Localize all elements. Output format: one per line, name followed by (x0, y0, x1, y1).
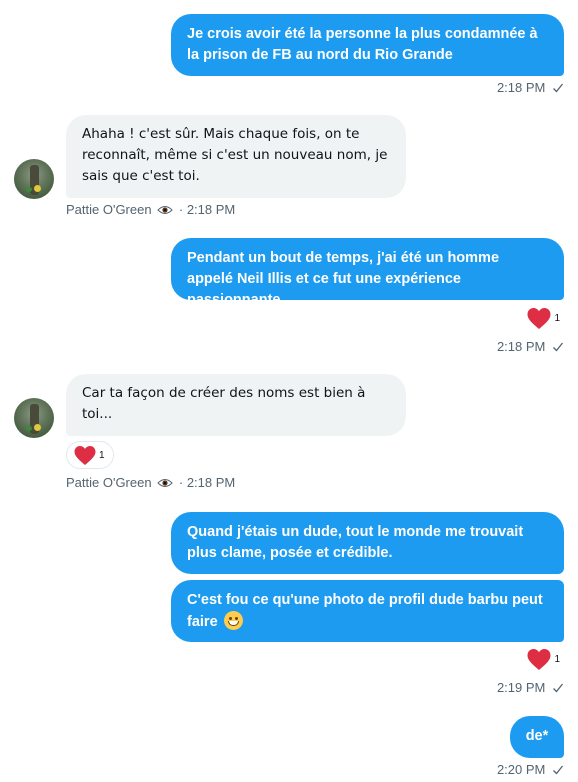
checkmark-icon (553, 683, 564, 693)
message-time: 2:18 PM (496, 80, 546, 95)
heart-icon (74, 445, 96, 465)
reaction[interactable]: 1 (526, 307, 560, 330)
message-bubble-outgoing[interactable]: Pendant un bout de temps, j'ai été un ho… (171, 238, 564, 308)
message-text: Car ta façon de créer des noms est bien … (82, 385, 366, 422)
reaction-count: 1 (554, 654, 560, 665)
message-text: Pendant un bout de temps, j'ai été un ho… (187, 250, 500, 308)
eye-icon (157, 479, 173, 487)
reaction[interactable]: 1 (66, 441, 114, 469)
message-meta: 2:19 PM (497, 680, 564, 695)
sender-name[interactable]: Pattie O'Green (66, 475, 152, 490)
message-text: Je crois avoir été la personne la plus c… (187, 26, 538, 63)
reaction-count: 1 (554, 313, 560, 324)
separator: · (178, 475, 184, 490)
reaction[interactable]: 1 (526, 648, 560, 671)
message-time: 2:18 PM (186, 475, 236, 490)
checkmark-icon (553, 83, 564, 93)
grinning-emoji-icon (223, 611, 243, 630)
heart-icon (527, 308, 551, 329)
avatar[interactable] (14, 159, 54, 199)
avatar[interactable] (14, 398, 54, 438)
message-bubble-outgoing[interactable]: Je crois avoir été la personne la plus c… (171, 14, 564, 76)
message-time: 2:18 PM (496, 339, 546, 354)
message-bubble-outgoing[interactable]: de* (510, 716, 564, 758)
message-bubble-incoming[interactable]: Car ta façon de créer des noms est bien … (66, 374, 406, 436)
message-meta: 2:20 PM (497, 762, 564, 777)
message-text: Ahaha ! c'est sûr. Mais chaque fois, on … (82, 126, 388, 184)
message-time: 2:19 PM (496, 680, 546, 695)
checkmark-icon (553, 342, 564, 352)
message-bubble-outgoing[interactable]: C'est fou ce qu'une photo de profil dude… (171, 580, 564, 642)
message-bubble-outgoing[interactable]: Quand j'étais un dude, tout le monde me … (171, 512, 564, 574)
message-bubble-incoming[interactable]: Ahaha ! c'est sûr. Mais chaque fois, on … (66, 115, 406, 198)
message-meta: Pattie O'Green · 2:18 PM (66, 202, 235, 217)
message-meta: 2:18 PM (497, 339, 564, 354)
heart-icon (527, 649, 551, 670)
message-meta: Pattie O'Green · 2:18 PM (66, 475, 235, 490)
checkmark-icon (553, 765, 564, 775)
separator: · (178, 202, 184, 217)
eye-icon (157, 206, 173, 214)
message-meta: 2:18 PM (497, 80, 564, 95)
reaction-count: 1 (99, 449, 105, 461)
message-time: 2:20 PM (496, 762, 546, 777)
sender-name[interactable]: Pattie O'Green (66, 202, 152, 217)
message-text: de* (525, 728, 549, 744)
message-text: Quand j'étais un dude, tout le monde me … (187, 524, 524, 561)
message-time: 2:18 PM (186, 202, 236, 217)
